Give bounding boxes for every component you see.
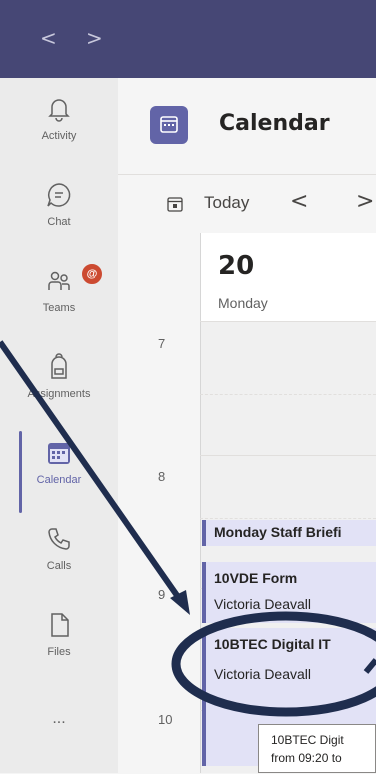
half-hour-line (200, 394, 376, 395)
day-header[interactable]: 20 Monday (200, 233, 376, 321)
calendar-main: Calendar Today < > 20 Monday 7 8 9 10 Mo… (118, 78, 376, 773)
rail-item-activity[interactable]: Activity (0, 86, 118, 172)
hour-label: 8 (158, 469, 166, 484)
rail-item-assignments[interactable]: Assignments (0, 344, 118, 430)
today-button[interactable]: Today (204, 193, 249, 213)
back-button[interactable]: < (40, 26, 57, 50)
title-bar: < > (0, 0, 376, 78)
rail-label: Calls (46, 560, 72, 572)
rail-label: Files (47, 646, 71, 658)
rail-label: Activity (41, 130, 77, 142)
day-number: 20 (218, 251, 255, 281)
today-calendar-icon (167, 197, 183, 212)
rail-label: Calendar (36, 474, 82, 486)
event-staff-briefing[interactable]: Monday Staff Briefi (202, 520, 376, 546)
hour-label: 10 (158, 712, 173, 727)
event-tooltip: 10BTEC Digit from 09:20 to (258, 724, 376, 773)
calendar-icon (48, 443, 70, 464)
event-title: 10BTEC Digital IT (214, 636, 331, 652)
rail-label: Assignments (27, 388, 91, 400)
event-organizer: Victoria Deavall (214, 596, 312, 612)
rail-item-calendar[interactable]: Calendar (0, 430, 118, 516)
tooltip-line: from 09:20 to (271, 751, 342, 765)
rail-item-chat[interactable]: Chat (0, 172, 118, 258)
column-divider (200, 233, 201, 773)
rail-item-files[interactable]: Files (0, 602, 118, 688)
calendar-header: Calendar (118, 78, 376, 174)
rail-item-calls[interactable]: Calls (0, 516, 118, 602)
active-indicator (19, 431, 22, 513)
time-gutter (118, 233, 200, 773)
next-day-button[interactable]: > (356, 189, 374, 214)
backpack-icon (51, 353, 67, 379)
event-organizer: Victoria Deavall (214, 666, 312, 682)
mention-badge: @ (80, 262, 104, 286)
half-hour-line (200, 518, 376, 519)
phone-icon (48, 528, 70, 550)
tooltip-line: 10BTEC Digit (271, 733, 344, 747)
chat-icon (47, 183, 71, 207)
file-icon (51, 613, 69, 637)
app-bar: Activity Chat Teams Assignments Calendar… (0, 78, 118, 773)
teams-icon (48, 271, 70, 290)
previous-day-button[interactable]: < (290, 189, 308, 214)
hour-label: 7 (158, 336, 166, 351)
calendar-app-icon (150, 106, 188, 144)
calendar-glyph-icon (160, 116, 178, 133)
bell-icon (48, 99, 70, 122)
more-icon: ... (52, 710, 66, 727)
grid-line (200, 455, 376, 456)
event-title: Monday Staff Briefi (214, 524, 342, 540)
calendar-toolbar: Today < > (118, 174, 376, 234)
rail-label: Chat (47, 216, 71, 228)
day-name: Monday (218, 295, 268, 311)
forward-button[interactable]: > (86, 26, 103, 50)
grid-line (200, 321, 376, 322)
hour-label: 9 (158, 587, 166, 602)
rail-label: Teams (42, 302, 76, 314)
rail-item-more[interactable]: ... (0, 688, 118, 774)
event-title: 10VDE Form (214, 570, 298, 586)
page-title: Calendar (219, 111, 330, 136)
event-10vde-form[interactable]: 10VDE Form Victoria Deavall (202, 562, 376, 623)
